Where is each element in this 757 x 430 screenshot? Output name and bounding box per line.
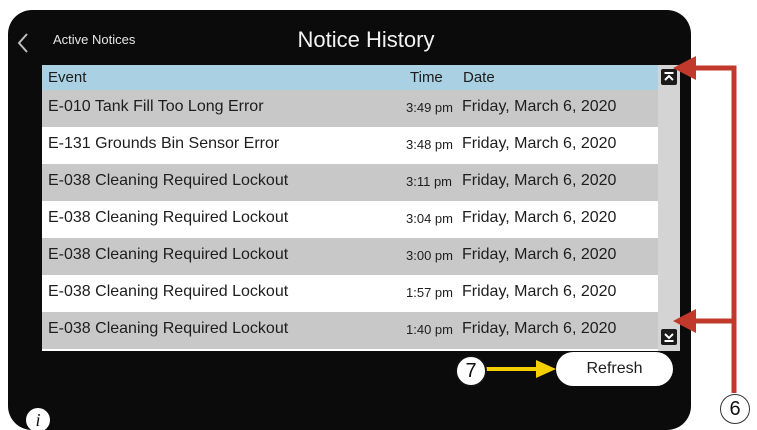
callout-number-6: 6 [720,394,750,424]
row-date: Friday, March 6, 2020 [462,135,617,152]
table-row[interactable]: E-131 Grounds Bin Sensor Error 3:48 pm F… [42,127,658,164]
row-event: E-131 Grounds Bin Sensor Error [48,135,280,152]
back-chevron-icon[interactable] [16,32,48,56]
page-title: Notice History [297,27,435,52]
row-date: Friday, March 6, 2020 [462,98,617,115]
row-time: 3:04 pm [406,211,453,226]
row-time: 1:40 pm [406,322,453,337]
row-date: Friday, March 6, 2020 [462,246,617,263]
table-scrollbar[interactable] [658,65,680,351]
row-event: E-038 Cleaning Required Lockout [48,209,289,226]
scroll-to-top-icon[interactable] [661,69,677,85]
column-header-time: Time [410,69,443,86]
table-header: Event Time Date [42,65,658,90]
row-event: E-038 Cleaning Required Lockout [48,246,289,263]
refresh-button[interactable]: Refresh [556,352,673,386]
row-date: Friday, March 6, 2020 [462,172,617,189]
table-row[interactable]: E-038 Cleaning Required Lockout 1:40 pm … [42,312,658,349]
table-row[interactable]: E-038 Cleaning Required Lockout 3:00 pm … [42,238,658,275]
row-date: Friday, March 6, 2020 [462,320,617,337]
column-header-date: Date [463,69,495,86]
back-button-label[interactable]: Active Notices [53,32,135,47]
row-time: 3:48 pm [406,137,453,152]
row-event: E-038 Cleaning Required Lockout [48,320,289,337]
row-event: E-038 Cleaning Required Lockout [48,283,289,300]
row-event: E-038 Cleaning Required Lockout [48,172,289,189]
notice-table: Event Time Date E-010 Tank Fill Too Long… [42,65,680,351]
row-date: Friday, March 6, 2020 [462,209,617,226]
callout-number-7: 7 [455,355,487,387]
row-time: 1:57 pm [406,285,453,300]
column-header-event: Event [48,69,87,86]
row-time: 3:49 pm [406,100,453,115]
scroll-to-bottom-icon[interactable] [661,329,677,345]
row-date: Friday, March 6, 2020 [462,283,617,300]
row-time: 3:00 pm [406,248,453,263]
table-row[interactable]: E-038 Cleaning Required Lockout 3:11 pm … [42,164,658,201]
row-event: E-010 Tank Fill Too Long Error [48,98,264,115]
info-icon[interactable]: i [26,408,50,430]
table-row[interactable]: E-010 Tank Fill Too Long Error 3:49 pm F… [42,90,658,127]
row-time: 3:11 pm [406,174,453,189]
table-row[interactable]: E-038 Cleaning Required Lockout 1:57 pm … [42,275,658,312]
callout-line-scroll-top [694,65,737,393]
table-row[interactable]: E-038 Cleaning Required Lockout 3:04 pm … [42,201,658,238]
